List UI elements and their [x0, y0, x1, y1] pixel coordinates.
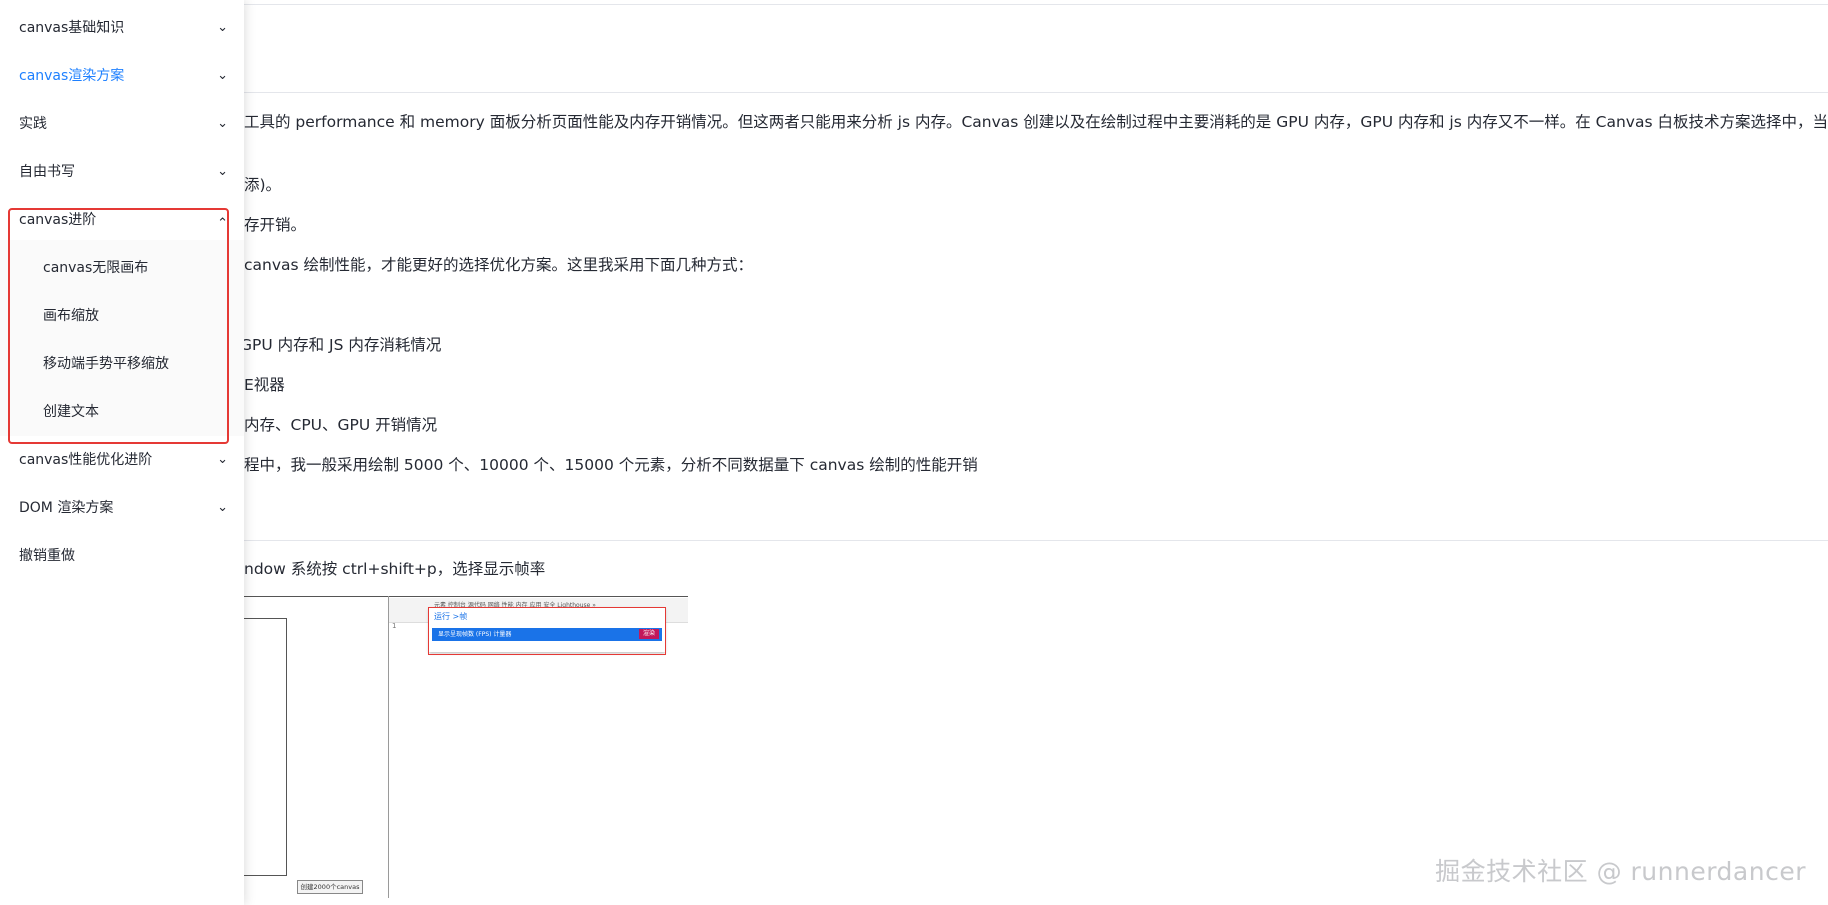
sidebar-item-freehand[interactable]: 自由书写 ⌄	[0, 148, 244, 196]
paragraph: 存开销。	[244, 216, 307, 234]
submenu: canvas无限画布 画布缩放 移动端手势平移缩放 创建文本	[0, 240, 244, 436]
sidebar-item-practice[interactable]: 实践 ⌄	[0, 100, 244, 148]
sidebar-item-canvas-basics[interactable]: canvas基础知识 ⌄	[0, 4, 244, 52]
paragraph: ndow 系统按 ctrl+shift+p，选择显示帧率	[244, 560, 546, 578]
paragraph: 程中，我一般采用绘制 5000 个、10000 个、15000 个元素，分析不同…	[244, 456, 978, 474]
chevron-down-icon: ⌄	[217, 164, 228, 179]
chevron-down-icon: ⌄	[217, 116, 228, 131]
sidebar-item-undo-redo[interactable]: 撤销重做	[0, 532, 244, 580]
watermark: 掘金技术社区 @ runnerdancer	[1435, 857, 1806, 886]
sidebar-item-label: 实践	[19, 116, 47, 132]
chevron-down-icon: ⌄	[217, 452, 228, 467]
sidebar-item-perf-advanced[interactable]: canvas性能优化进阶 ⌄	[0, 436, 244, 484]
section-divider	[244, 92, 1828, 93]
sidebar-item-label: canvas渲染方案	[19, 68, 125, 84]
annotation-box	[428, 607, 666, 655]
sidebar-item-label: canvas进阶	[19, 212, 97, 228]
sidebar-item-canvas-advanced[interactable]: canvas进阶 ⌃	[0, 196, 244, 244]
chevron-down-icon: ⌄	[217, 500, 228, 515]
list-item: GPU 内存和 JS 内存消耗情况	[240, 336, 442, 354]
create-canvas-button: 创建2000个canvas	[297, 880, 363, 894]
line-number: 1	[392, 622, 397, 630]
sidebar-item-label: canvas性能优化进阶	[19, 452, 153, 468]
screenshot-top-border	[244, 596, 688, 597]
sidebar-item-dom-render[interactable]: DOM 渲染方案 ⌄	[0, 484, 244, 532]
submenu-item-canvas-zoom[interactable]: 画布缩放	[0, 292, 244, 340]
submenu-item-label: canvas无限画布	[43, 260, 149, 276]
list-item: 内存、CPU、GPU 开销情况	[244, 416, 438, 434]
paragraph: 工具的 performance 和 memory 面板分析页面性能及内存开销情况…	[244, 113, 1828, 131]
submenu-item-create-text[interactable]: 创建文本	[0, 388, 244, 436]
canvas-preview	[244, 618, 287, 876]
sidebar-item-label: 自由书写	[19, 164, 75, 180]
submenu-item-label: 移动端手势平移缩放	[43, 356, 169, 372]
submenu-item-label: 画布缩放	[43, 308, 99, 324]
sidebar-item-canvas-render[interactable]: canvas渲染方案 ⌄	[0, 52, 244, 100]
list-item: E视器	[244, 376, 285, 394]
chevron-down-icon: ⌄	[217, 68, 228, 83]
submenu-item-mobile-gesture[interactable]: 移动端手势平移缩放	[0, 340, 244, 388]
sidebar-item-label: DOM 渲染方案	[19, 500, 114, 516]
submenu-item-infinite-canvas[interactable]: canvas无限画布	[0, 244, 244, 292]
top-divider	[244, 4, 1828, 5]
chevron-down-icon: ⌄	[217, 20, 228, 35]
sidebar-item-label: canvas基础知识	[19, 20, 125, 36]
panel-divider	[388, 596, 389, 898]
paragraph: canvas 绘制性能，才能更好的选择优化方案。这里我采用下面几种方式：	[244, 256, 754, 274]
sidebar-menu: canvas基础知识 ⌄ canvas渲染方案 ⌄ 实践 ⌄ 自由书写 ⌄ ca…	[0, 0, 244, 905]
section-divider	[244, 540, 1828, 541]
sidebar-item-label: 撤销重做	[19, 548, 75, 564]
paragraph: 添)。	[244, 176, 282, 194]
embedded-screenshot: 元素 控制台 源代码 网络 性能 内存 应用 安全 Lighthouse » ⚙…	[244, 596, 688, 898]
article-content: 工具的 performance 和 memory 面板分析页面性能及内存开销情况…	[0, 0, 1828, 905]
submenu-item-label: 创建文本	[43, 404, 99, 420]
